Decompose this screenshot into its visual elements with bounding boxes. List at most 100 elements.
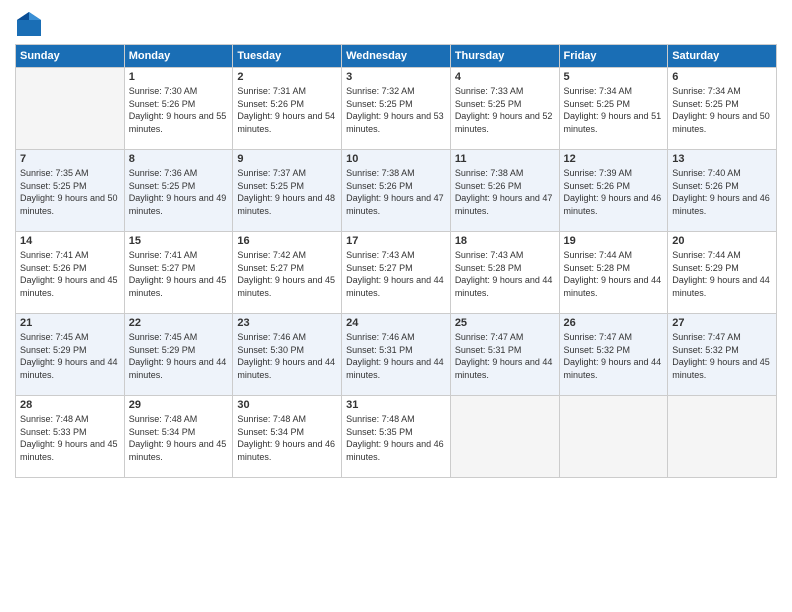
day-number: 19 <box>564 235 664 247</box>
day-info: Sunrise: 7:44 AM Sunset: 5:28 PM Dayligh… <box>564 249 664 299</box>
day-info: Sunrise: 7:38 AM Sunset: 5:26 PM Dayligh… <box>346 167 446 217</box>
day-info: Sunrise: 7:32 AM Sunset: 5:25 PM Dayligh… <box>346 85 446 135</box>
page: SundayMondayTuesdayWednesdayThursdayFrid… <box>0 0 792 612</box>
calendar-cell: 3 Sunrise: 7:32 AM Sunset: 5:25 PM Daylig… <box>342 68 451 150</box>
day-number: 13 <box>672 153 772 165</box>
calendar-cell: 10Sunrise: 7:38 AM Sunset: 5:26 PM Dayli… <box>342 150 451 232</box>
header <box>15 10 777 38</box>
calendar-cell: 21 Sunrise: 7:45 AM Sunset: 5:29 PM Dayli… <box>16 314 125 396</box>
day-number: 14 <box>20 235 120 247</box>
day-info: Sunrise: 7:30 AM Sunset: 5:26 PM Dayligh… <box>129 85 229 135</box>
day-number: 16 <box>237 235 337 247</box>
day-info: Sunrise: 7:46 AM Sunset: 5:31 PM Dayligh… <box>346 331 446 381</box>
day-info: Sunrise: 7:45 AM Sunset: 5:29 PM Dayligh… <box>20 331 120 381</box>
day-number: 11 <box>455 153 555 165</box>
day-number: 7 <box>20 153 120 165</box>
day-header: Friday <box>559 45 668 68</box>
calendar-cell: 19 Sunrise: 7:44 AM Sunset: 5:28 PM Dayli… <box>559 232 668 314</box>
day-info: Sunrise: 7:48 AM Sunset: 5:34 PM Dayligh… <box>129 413 229 463</box>
calendar-cell: 29 Sunrise: 7:48 AM Sunset: 5:34 PM Dayli… <box>124 396 233 478</box>
day-number: 12 <box>564 153 664 165</box>
day-info: Sunrise: 7:46 AM Sunset: 5:30 PM Dayligh… <box>237 331 337 381</box>
day-info: Sunrise: 7:31 AM Sunset: 5:26 PM Dayligh… <box>237 85 337 135</box>
day-info: Sunrise: 7:37 AM Sunset: 5:25 PM Dayligh… <box>237 167 337 217</box>
day-info: Sunrise: 7:41 AM Sunset: 5:26 PM Dayligh… <box>20 249 120 299</box>
header-row: SundayMondayTuesdayWednesdayThursdayFrid… <box>16 45 777 68</box>
day-number: 27 <box>672 317 772 329</box>
day-info: Sunrise: 7:44 AM Sunset: 5:29 PM Dayligh… <box>672 249 772 299</box>
day-number: 28 <box>20 399 120 411</box>
calendar-cell: 4 Sunrise: 7:33 AM Sunset: 5:25 PM Daylig… <box>450 68 559 150</box>
calendar-cell: 5 Sunrise: 7:34 AM Sunset: 5:25 PM Daylig… <box>559 68 668 150</box>
calendar-cell <box>16 68 125 150</box>
day-header: Saturday <box>668 45 777 68</box>
calendar-cell: 26 Sunrise: 7:47 AM Sunset: 5:32 PM Dayli… <box>559 314 668 396</box>
day-info: Sunrise: 7:48 AM Sunset: 5:35 PM Dayligh… <box>346 413 446 463</box>
day-number: 29 <box>129 399 229 411</box>
day-number: 9 <box>237 153 337 165</box>
day-number: 23 <box>237 317 337 329</box>
calendar-cell: 8 Sunrise: 7:36 AM Sunset: 5:25 PM Daylig… <box>124 150 233 232</box>
calendar-cell: 18Sunrise: 7:43 AM Sunset: 5:28 PM Dayli… <box>450 232 559 314</box>
day-number: 24 <box>346 317 446 329</box>
calendar-cell: 15 Sunrise: 7:41 AM Sunset: 5:27 PM Dayli… <box>124 232 233 314</box>
calendar-cell: 17 Sunrise: 7:43 AM Sunset: 5:27 PM Dayli… <box>342 232 451 314</box>
logo-icon <box>15 10 43 38</box>
day-header: Thursday <box>450 45 559 68</box>
day-number: 20 <box>672 235 772 247</box>
day-number: 15 <box>129 235 229 247</box>
calendar-cell: 7 Sunrise: 7:35 AM Sunset: 5:25 PM Daylig… <box>16 150 125 232</box>
day-info: Sunrise: 7:47 AM Sunset: 5:32 PM Dayligh… <box>564 331 664 381</box>
day-number: 4 <box>455 71 555 83</box>
logo <box>15 10 45 38</box>
day-info: Sunrise: 7:40 AM Sunset: 5:26 PM Dayligh… <box>672 167 772 217</box>
calendar-cell: 23 Sunrise: 7:46 AM Sunset: 5:30 PM Dayli… <box>233 314 342 396</box>
day-number: 22 <box>129 317 229 329</box>
day-info: Sunrise: 7:34 AM Sunset: 5:25 PM Dayligh… <box>564 85 664 135</box>
day-number: 6 <box>672 71 772 83</box>
calendar-cell: 27 Sunrise: 7:47 AM Sunset: 5:32 PM Dayli… <box>668 314 777 396</box>
day-info: Sunrise: 7:43 AM Sunset: 5:27 PM Dayligh… <box>346 249 446 299</box>
day-number: 21 <box>20 317 120 329</box>
calendar-cell: 13 Sunrise: 7:40 AM Sunset: 5:26 PM Dayli… <box>668 150 777 232</box>
calendar-cell <box>668 396 777 478</box>
day-info: Sunrise: 7:36 AM Sunset: 5:25 PM Dayligh… <box>129 167 229 217</box>
day-header: Wednesday <box>342 45 451 68</box>
day-info: Sunrise: 7:38 AM Sunset: 5:26 PM Dayligh… <box>455 167 555 217</box>
day-info: Sunrise: 7:48 AM Sunset: 5:34 PM Dayligh… <box>237 413 337 463</box>
day-info: Sunrise: 7:48 AM Sunset: 5:33 PM Dayligh… <box>20 413 120 463</box>
calendar-cell: 22Sunrise: 7:45 AM Sunset: 5:29 PM Dayli… <box>124 314 233 396</box>
calendar-cell: 25Sunrise: 7:47 AM Sunset: 5:31 PM Dayli… <box>450 314 559 396</box>
calendar-row: 21 Sunrise: 7:45 AM Sunset: 5:29 PM Dayli… <box>16 314 777 396</box>
day-header: Sunday <box>16 45 125 68</box>
calendar-row: 1 Sunrise: 7:30 AM Sunset: 5:26 PM Daylig… <box>16 68 777 150</box>
day-number: 5 <box>564 71 664 83</box>
day-header: Monday <box>124 45 233 68</box>
day-number: 1 <box>129 71 229 83</box>
calendar-cell: 9 Sunrise: 7:37 AM Sunset: 5:25 PM Daylig… <box>233 150 342 232</box>
calendar-cell: 6 Sunrise: 7:34 AM Sunset: 5:25 PM Daylig… <box>668 68 777 150</box>
day-header: Tuesday <box>233 45 342 68</box>
day-info: Sunrise: 7:47 AM Sunset: 5:32 PM Dayligh… <box>672 331 772 381</box>
calendar-cell: 20 Sunrise: 7:44 AM Sunset: 5:29 PM Dayli… <box>668 232 777 314</box>
calendar-cell: 12 Sunrise: 7:39 AM Sunset: 5:26 PM Dayli… <box>559 150 668 232</box>
calendar-cell: 14 Sunrise: 7:41 AM Sunset: 5:26 PM Dayli… <box>16 232 125 314</box>
day-info: Sunrise: 7:35 AM Sunset: 5:25 PM Dayligh… <box>20 167 120 217</box>
day-number: 3 <box>346 71 446 83</box>
day-info: Sunrise: 7:43 AM Sunset: 5:28 PM Dayligh… <box>455 249 555 299</box>
day-number: 30 <box>237 399 337 411</box>
calendar-row: 14 Sunrise: 7:41 AM Sunset: 5:26 PM Dayli… <box>16 232 777 314</box>
calendar-cell: 31Sunrise: 7:48 AM Sunset: 5:35 PM Dayli… <box>342 396 451 478</box>
day-number: 8 <box>129 153 229 165</box>
calendar-cell: 2Sunrise: 7:31 AM Sunset: 5:26 PM Daylig… <box>233 68 342 150</box>
day-info: Sunrise: 7:41 AM Sunset: 5:27 PM Dayligh… <box>129 249 229 299</box>
day-info: Sunrise: 7:34 AM Sunset: 5:25 PM Dayligh… <box>672 85 772 135</box>
day-info: Sunrise: 7:33 AM Sunset: 5:25 PM Dayligh… <box>455 85 555 135</box>
calendar-cell: 1 Sunrise: 7:30 AM Sunset: 5:26 PM Daylig… <box>124 68 233 150</box>
calendar-cell: 30 Sunrise: 7:48 AM Sunset: 5:34 PM Dayli… <box>233 396 342 478</box>
calendar-cell: 11 Sunrise: 7:38 AM Sunset: 5:26 PM Dayli… <box>450 150 559 232</box>
day-info: Sunrise: 7:39 AM Sunset: 5:26 PM Dayligh… <box>564 167 664 217</box>
day-number: 26 <box>564 317 664 329</box>
day-number: 17 <box>346 235 446 247</box>
calendar-cell: 24 Sunrise: 7:46 AM Sunset: 5:31 PM Dayli… <box>342 314 451 396</box>
